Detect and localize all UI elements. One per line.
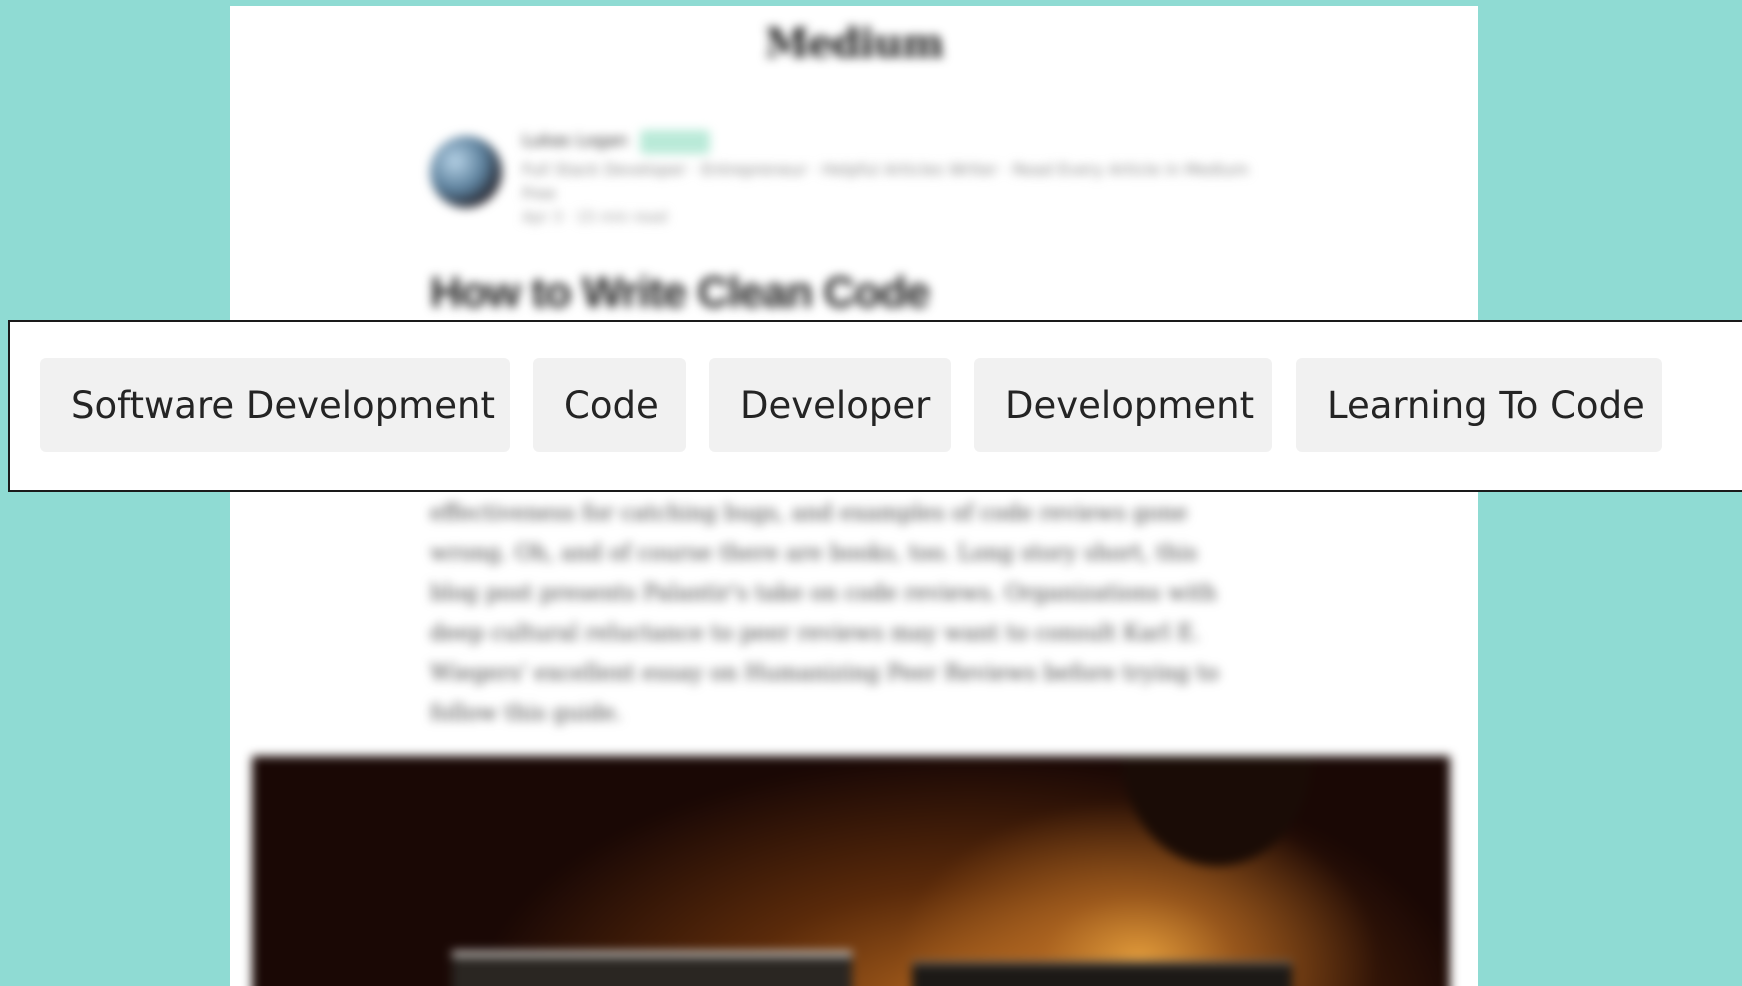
author-avatar[interactable] <box>430 136 502 208</box>
article-body: effectiveness for catching bugs, and exa… <box>430 501 1219 726</box>
tag-developer[interactable]: Developer <box>709 358 951 452</box>
article-meta: Apr 3 · 15 min read <box>522 208 668 226</box>
tag-code[interactable]: Code <box>533 358 686 452</box>
author-name[interactable]: Lukas Logan <box>522 131 628 151</box>
lamp-shape <box>1122 756 1312 866</box>
hero-image <box>252 756 1450 986</box>
follow-button[interactable] <box>640 130 710 154</box>
author-bio: Full Stack Developer · Entrepreneur · He… <box>522 160 1249 203</box>
article-page: Medium Lukas Logan Full Stack Developer … <box>230 6 1478 986</box>
tag-software-development[interactable]: Software Development <box>40 358 510 452</box>
laptop-left-shape <box>452 951 852 986</box>
tag-development[interactable]: Development <box>974 358 1272 452</box>
tag-learning-to-code[interactable]: Learning To Code <box>1296 358 1662 452</box>
laptop-right-shape <box>912 961 1292 986</box>
tag-list: Software Development Code Developer Deve… <box>8 320 1742 492</box>
site-logo[interactable]: Medium <box>230 20 1478 67</box>
article-title: How to Write Clean Code <box>430 268 930 317</box>
